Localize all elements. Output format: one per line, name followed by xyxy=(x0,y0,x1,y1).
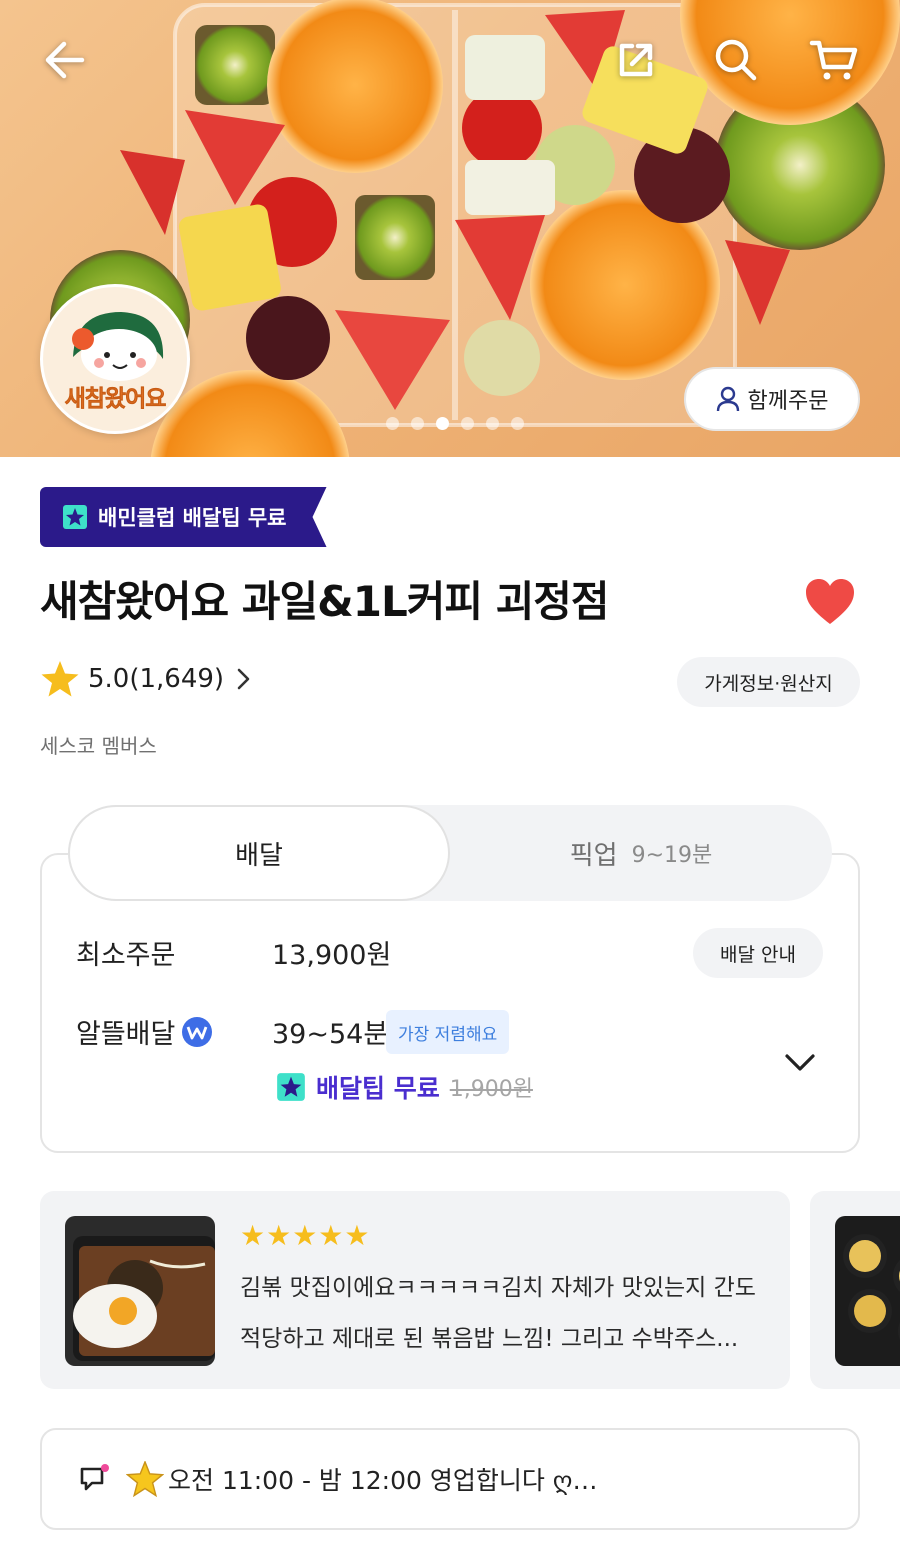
review-card[interactable]: ★★★★★ 김볶 맛집이에요ㅋㅋㅋㅋㅋ김치 자체가 맛있는지 간도 적당하고 제… xyxy=(40,1191,790,1389)
tab-pickup-label: 픽업 xyxy=(569,840,618,871)
review-line-2: 적당하고 제대로 된 볶음밥 느낌! 그리고 수박주스... xyxy=(240,1326,739,1352)
store-notice[interactable]: 오전 11:00 - 밤 12:00 영업합니다 ღ… xyxy=(40,1428,860,1530)
store-logo: 새참왔어요 xyxy=(40,284,190,434)
heart-icon xyxy=(806,579,854,624)
review-photo xyxy=(65,1216,215,1366)
membership-label: 세스코 멤버스 xyxy=(40,734,157,758)
kimbap-image xyxy=(835,1216,900,1366)
person-icon xyxy=(716,386,739,412)
saver-badge-icon xyxy=(182,1016,213,1047)
star-emoji-icon xyxy=(126,1461,164,1497)
cheapest-tag: 가장 저렴해요 xyxy=(386,1010,510,1054)
share-icon xyxy=(619,43,653,77)
delivery-tip-row: 배달팁 무료 1,900원 xyxy=(276,1069,533,1105)
logo-text: 새참왔어요 xyxy=(64,386,166,413)
share-button[interactable] xyxy=(604,28,668,92)
cart-button[interactable] xyxy=(802,28,866,92)
carousel-dot xyxy=(461,417,474,430)
club-badge-label: 배민클럽 배달팁 무료 xyxy=(98,506,287,530)
store-name: 새참왔어요 과일&1L커피 괴정점 xyxy=(40,577,610,626)
back-arrow-icon xyxy=(45,41,85,79)
min-order-value: 13,900원 xyxy=(272,940,392,971)
group-order-button[interactable]: 함께주문 xyxy=(684,367,860,431)
delivery-tip-free: 배달팁 무료 xyxy=(316,1074,440,1103)
saver-delivery-row: 알뜰배달 xyxy=(76,1012,213,1051)
saver-delivery-time: 39~54분 xyxy=(272,1019,389,1050)
favorite-button[interactable] xyxy=(802,574,858,630)
delivery-tip-original: 1,900원 xyxy=(449,1077,533,1102)
tab-pickup[interactable]: 픽업 9~19분 xyxy=(450,805,832,901)
carousel-dot xyxy=(436,417,449,430)
review-photo xyxy=(835,1216,900,1366)
review-line-1: 김볶 맛집이에요ㅋㅋㅋㅋㅋ김치 자체가 맛있는지 간도 xyxy=(240,1275,756,1301)
search-icon xyxy=(715,39,757,81)
back-button[interactable] xyxy=(32,28,96,92)
rating-score: 5.0 xyxy=(88,664,130,694)
club-star-icon xyxy=(62,504,88,530)
tab-delivery[interactable]: 배달 xyxy=(68,805,450,901)
notice-text: 오전 11:00 - 밤 12:00 영업합니다 ღ… xyxy=(168,1466,598,1495)
carousel-dot xyxy=(486,417,499,430)
carousel-dot xyxy=(411,417,424,430)
delivery-guide-button[interactable]: 배달 안내 xyxy=(693,928,823,978)
star-icon xyxy=(41,661,79,697)
search-button[interactable] xyxy=(704,28,768,92)
hero-image-carousel[interactable]: 새참왔어요 함께주문 xyxy=(0,0,900,457)
review-count: (1,649) xyxy=(129,664,225,694)
review-card-next[interactable] xyxy=(810,1191,900,1389)
group-order-label: 함께주문 xyxy=(747,389,829,414)
notice-chat-icon xyxy=(80,1464,109,1491)
carousel-dot xyxy=(386,417,399,430)
baemin-club-badge: 배민클럽 배달팁 무료 xyxy=(40,487,327,547)
store-info-button[interactable]: 가게정보·원산지 xyxy=(677,657,860,707)
review-text: 김볶 맛집이에요ㅋㅋㅋㅋㅋ김치 자체가 맛있는지 간도 적당하고 제대로 된 볶… xyxy=(240,1263,770,1365)
fried-rice-image xyxy=(65,1216,215,1366)
review-stars: ★★★★★ xyxy=(240,1219,371,1252)
saver-delivery-label: 알뜰배달 xyxy=(76,1019,176,1050)
chevron-down-icon xyxy=(785,1054,815,1071)
min-order-label: 최소주문 xyxy=(76,940,176,971)
expand-delivery-button[interactable] xyxy=(780,1042,820,1082)
carousel-indicator xyxy=(386,417,524,430)
carousel-dot xyxy=(511,417,524,430)
cart-icon xyxy=(809,40,858,80)
pickup-time: 9~19분 xyxy=(631,843,713,868)
club-star-icon xyxy=(277,1073,305,1101)
rating-link[interactable]: 5.0 (1,649) xyxy=(40,660,254,698)
chevron-right-icon xyxy=(237,668,250,690)
